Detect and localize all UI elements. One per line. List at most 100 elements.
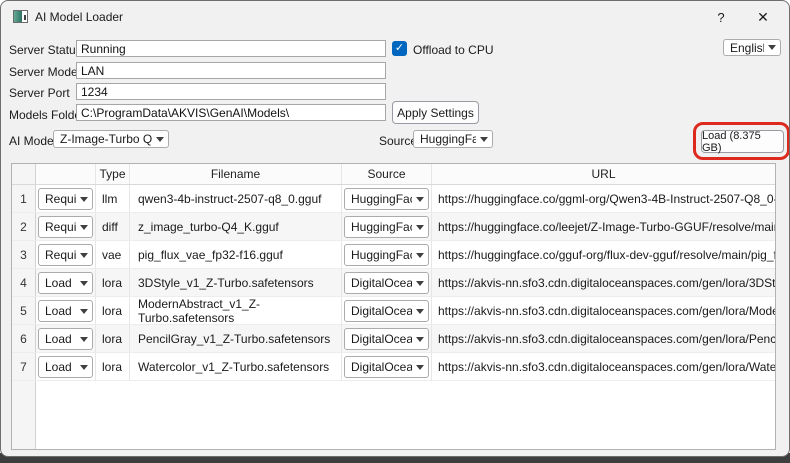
action-select[interactable]: Required <box>38 244 93 266</box>
header-row-number <box>12 164 36 184</box>
table-row: 3 Required vae pig_flux_vae_fp32-f16.ggu… <box>12 241 775 269</box>
server-port-label: Server Port <box>9 86 70 100</box>
url-cell: https://akvis-nn.sfo3.cdn.digitaloceansp… <box>432 297 775 324</box>
table-row: 2 Required diff z_image_turbo-Q4_K.gguf … <box>12 213 775 241</box>
close-icon[interactable]: ✕ <box>747 5 779 30</box>
chevron-down-icon <box>416 281 424 286</box>
action-select[interactable]: Load <box>38 328 93 350</box>
source-select[interactable]: HuggingFace <box>344 244 429 266</box>
source-select[interactable]: DigitalOcean <box>344 300 429 322</box>
row-number: 5 <box>12 297 36 324</box>
chevron-down-icon <box>416 365 424 370</box>
chevron-down-icon <box>80 337 88 342</box>
source-select[interactable]: DigitalOcean <box>344 356 429 378</box>
action-select[interactable]: Required <box>38 216 93 238</box>
table-row: 7 Load lora Watercolor_v1_Z-Turbo.safete… <box>12 353 775 381</box>
row-number: 1 <box>12 185 36 212</box>
ai-model-select[interactable]: Z-Image-Turbo Q4_K <box>53 130 169 148</box>
title-bar[interactable]: AI Model Loader ? ✕ <box>1 1 789 33</box>
chevron-down-icon <box>80 225 88 230</box>
chevron-down-icon <box>80 253 88 258</box>
source-select[interactable]: HuggingFace <box>344 216 429 238</box>
table-header-row: Type Filename Source URL <box>12 164 775 185</box>
action-select[interactable]: Required <box>38 188 93 210</box>
url-cell: https://huggingface.co/ggml-org/Qwen3-4B… <box>432 185 775 212</box>
url-cell: https://huggingface.co/gguf-org/flux-dev… <box>432 241 775 268</box>
filename-cell: pig_flux_vae_fp32-f16.gguf <box>130 241 342 268</box>
filename-cell: PencilGray_v1_Z-Turbo.safetensors <box>130 325 342 352</box>
window-title: AI Model Loader <box>35 10 123 24</box>
filename-cell: qwen3-4b-instruct-2507-q8_0.gguf <box>130 185 342 212</box>
source-select[interactable]: HuggingFace <box>413 130 493 148</box>
header-action <box>36 164 96 184</box>
url-cell: https://akvis-nn.sfo3.cdn.digitaloceansp… <box>432 269 775 296</box>
chevron-down-icon <box>80 281 88 286</box>
chevron-down-icon <box>80 365 88 370</box>
ai-model-label: AI Model <box>9 134 56 148</box>
action-select[interactable]: Load <box>38 356 93 378</box>
type-cell: lora <box>96 297 130 324</box>
chevron-down-icon <box>416 197 424 202</box>
chevron-down-icon <box>416 253 424 258</box>
row-number: 7 <box>12 353 36 380</box>
filename-cell: 3DStyle_v1_Z-Turbo.safetensors <box>130 269 342 296</box>
type-cell: lora <box>96 353 130 380</box>
action-select[interactable]: Load <box>38 300 93 322</box>
chevron-down-icon <box>156 137 164 142</box>
type-cell: vae <box>96 241 130 268</box>
table-row: 6 Load lora PencilGray_v1_Z-Turbo.safete… <box>12 325 775 353</box>
offload-to-cpu-label: Offload to CPU <box>413 43 493 57</box>
url-cell: https://akvis-nn.sfo3.cdn.digitaloceansp… <box>432 353 775 380</box>
chevron-down-icon <box>80 197 88 202</box>
source-select[interactable]: HuggingFace <box>344 188 429 210</box>
server-mode-label: Server Mode <box>9 65 78 79</box>
type-cell: lora <box>96 269 130 296</box>
table-row: 5 Load lora ModernAbstract_v1_Z-Turbo.sa… <box>12 297 775 325</box>
load-button[interactable]: Load (8.375 GB) <box>701 130 784 153</box>
filename-cell: z_image_turbo-Q4_K.gguf <box>130 213 342 240</box>
header-filename: Filename <box>130 164 342 184</box>
models-table: Type Filename Source URL 1 Required llm … <box>11 163 776 450</box>
header-source: Source <box>342 164 432 184</box>
server-mode-input[interactable] <box>76 62 386 79</box>
filename-cell: ModernAbstract_v1_Z-Turbo.safetensors <box>130 297 342 324</box>
header-type: Type <box>96 164 130 184</box>
type-cell: diff <box>96 213 130 240</box>
url-cell: https://huggingface.co/leejet/Z-Image-Tu… <box>432 213 775 240</box>
help-button[interactable]: ? <box>705 5 737 30</box>
chevron-down-icon <box>480 137 488 142</box>
source-label: Source <box>379 134 417 148</box>
row-number: 4 <box>12 269 36 296</box>
row-number: 3 <box>12 241 36 268</box>
server-port-input[interactable] <box>76 83 386 100</box>
source-select[interactable]: DigitalOcean <box>344 272 429 294</box>
models-folder-label: Models Folder <box>9 108 85 122</box>
offload-to-cpu-checkbox[interactable]: ✓ <box>392 41 407 56</box>
language-select[interactable]: English <box>723 39 781 56</box>
chevron-down-icon <box>416 309 424 314</box>
type-cell: lora <box>96 325 130 352</box>
row-header-strip <box>12 381 36 449</box>
type-cell: llm <box>96 185 130 212</box>
chevron-down-icon <box>416 337 424 342</box>
chevron-down-icon <box>768 45 776 50</box>
empty-cells <box>36 381 775 449</box>
table-row: 4 Load lora 3DStyle_v1_Z-Turbo.safetenso… <box>12 269 775 297</box>
chevron-down-icon <box>80 309 88 314</box>
table-row: 1 Required llm qwen3-4b-instruct-2507-q8… <box>12 185 775 213</box>
filename-cell: Watercolor_v1_Z-Turbo.safetensors <box>130 353 342 380</box>
row-number: 6 <box>12 325 36 352</box>
app-icon <box>13 10 28 23</box>
url-cell: https://akvis-nn.sfo3.cdn.digitaloceansp… <box>432 325 775 352</box>
checkmark-icon: ✓ <box>395 42 404 54</box>
models-folder-input[interactable] <box>76 104 386 121</box>
source-select[interactable]: DigitalOcean <box>344 328 429 350</box>
server-status-input[interactable] <box>76 40 386 57</box>
header-url: URL <box>432 164 775 184</box>
chevron-down-icon <box>416 225 424 230</box>
table-empty-area <box>12 381 775 449</box>
action-select[interactable]: Load <box>38 272 93 294</box>
ai-model-loader-window: AI Model Loader ? ✕ Server Status Server… <box>0 0 790 457</box>
row-number: 2 <box>12 213 36 240</box>
apply-settings-button[interactable]: Apply Settings <box>392 101 479 124</box>
